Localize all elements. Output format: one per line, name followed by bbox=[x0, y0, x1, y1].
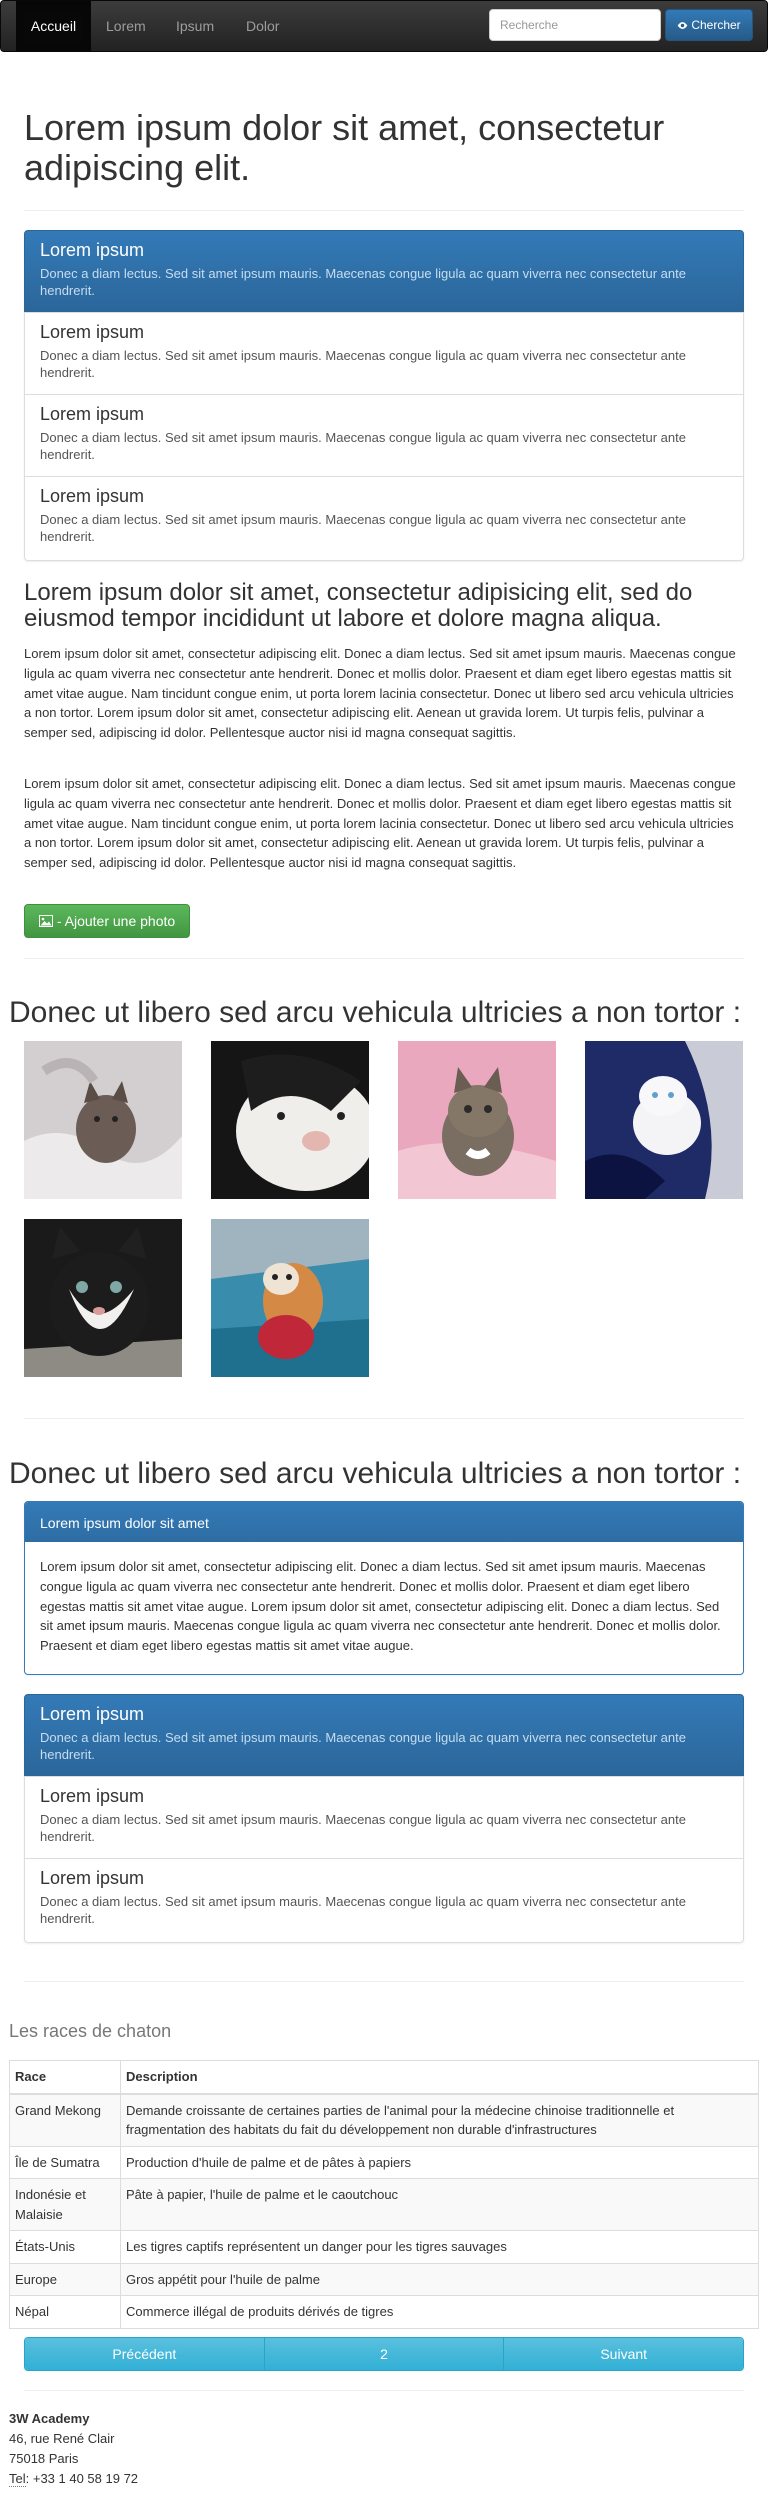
list-item-text: Donec a diam lectus. Sed sit amet ipsum … bbox=[40, 429, 686, 462]
gallery-title: Donec ut libero sed arcu vehicula ultric… bbox=[9, 996, 742, 1029]
table-row: Europe Gros appétit pour l'huile de palm… bbox=[9, 2262, 759, 2296]
list-item-text: Donec a diam lectus. Sed sit amet ipsum … bbox=[40, 511, 686, 544]
table-cell: Production d'huile de palme et de pâtes … bbox=[120, 2145, 759, 2179]
list-item-text: Donec a diam lectus. Sed sit amet ipsum … bbox=[40, 1729, 686, 1762]
kitten-photo-4[interactable] bbox=[585, 1041, 743, 1199]
list-group-2: Lorem ipsum Donec a diam lectus. Sed sit… bbox=[24, 1694, 744, 1943]
table-cell: États-Unis bbox=[9, 2230, 121, 2264]
table-cell: Europe bbox=[9, 2262, 121, 2296]
list-item-text: Donec a diam lectus. Sed sit amet ipsum … bbox=[40, 1893, 686, 1926]
table-cell: Île de Sumatra bbox=[9, 2145, 121, 2179]
list-item[interactable]: Lorem ipsum Donec a diam lectus. Sed sit… bbox=[24, 1776, 744, 1859]
page-number-button[interactable]: 2 bbox=[264, 2338, 505, 2370]
list-item-text: Donec a diam lectus. Sed sit amet ipsum … bbox=[40, 347, 686, 380]
phone-line: Tel: +33 1 40 58 19 72 bbox=[9, 2469, 138, 2489]
races-table: Race Description Grand Mekong Demande cr… bbox=[9, 2060, 759, 2329]
table-cell: Indonésie et Malaisie bbox=[9, 2178, 121, 2231]
company-name: 3W Academy bbox=[9, 2411, 90, 2426]
search-input[interactable] bbox=[489, 9, 661, 41]
list-item-heading: Lorem ipsum bbox=[40, 322, 145, 342]
navbar: Accueil Lorem Ipsum Dolor Chercher bbox=[0, 0, 768, 52]
list-item-heading: Lorem ipsum bbox=[40, 240, 145, 260]
list-item-active[interactable]: Lorem ipsum Donec a diam lectus. Sed sit… bbox=[24, 1694, 744, 1777]
eye-icon bbox=[678, 21, 688, 29]
table-header-cell: Race bbox=[9, 2060, 121, 2095]
list-group-1: Lorem ipsum Donec a diam lectus. Sed sit… bbox=[24, 230, 744, 561]
kitten-photo-5[interactable] bbox=[24, 1219, 182, 1377]
list-item[interactable]: Lorem ipsum Donec a diam lectus. Sed sit… bbox=[24, 1858, 744, 1943]
table-cell: Pâte à papier, l'huile de palme et le ca… bbox=[120, 2178, 759, 2231]
next-button[interactable]: Suivant bbox=[504, 2338, 743, 2370]
divider bbox=[24, 958, 744, 959]
kitten-photo-3[interactable] bbox=[398, 1041, 556, 1199]
divider bbox=[24, 1418, 744, 1419]
phone-label: Tel bbox=[9, 2471, 26, 2488]
table-cell: Les tigres captifs représentent un dange… bbox=[120, 2230, 759, 2264]
table-cell: Grand Mekong bbox=[9, 2093, 121, 2147]
panel-heading: Lorem ipsum dolor sit amet bbox=[25, 1502, 743, 1542]
list-item-heading: Lorem ipsum bbox=[40, 1868, 145, 1888]
list-item-active[interactable]: Lorem ipsum Donec a diam lectus. Sed sit… bbox=[24, 230, 744, 313]
table-cell: Commerce illégal de produits dérivés de … bbox=[120, 2295, 759, 2329]
footer-address: 3W Academy 46, rue René Clair 75018 Pari… bbox=[9, 2409, 138, 2490]
address-street: 46, rue René Clair bbox=[9, 2431, 115, 2447]
list-item-heading: Lorem ipsum bbox=[40, 404, 145, 424]
list-item[interactable]: Lorem ipsum Donec a diam lectus. Sed sit… bbox=[24, 312, 744, 395]
table-cell: Demande croissante de certaines parties … bbox=[120, 2093, 759, 2147]
table-row: Indonésie et Malaisie Pâte à papier, l'h… bbox=[9, 2178, 759, 2231]
kitten-photo-1[interactable] bbox=[24, 1041, 182, 1199]
table-title: Les races de chaton bbox=[9, 2021, 172, 2041]
add-photo-button[interactable]: - Ajouter une photo bbox=[24, 904, 190, 938]
table-row: États-Unis Les tigres captifs représente… bbox=[9, 2230, 759, 2264]
list-item-heading: Lorem ipsum bbox=[40, 486, 145, 506]
table-cell: Gros appétit pour l'huile de palme bbox=[120, 2262, 759, 2296]
divider bbox=[24, 210, 744, 211]
divider bbox=[24, 1981, 744, 1982]
nav-item-lorem[interactable]: Lorem bbox=[106, 1, 146, 51]
pagination: Précédent 2 Suivant bbox=[24, 2337, 744, 2371]
table-header-cell: Description bbox=[120, 2060, 759, 2095]
list-item-heading: Lorem ipsum bbox=[40, 1704, 145, 1724]
nav-item-ipsum[interactable]: Ipsum bbox=[176, 1, 214, 51]
info-panel: Lorem ipsum dolor sit amet Lorem ipsum d… bbox=[24, 1501, 744, 1675]
phone-number: : +33 1 40 58 19 72 bbox=[25, 2471, 139, 2487]
table-header-row: Race Description bbox=[9, 2060, 759, 2095]
paragraph: Lorem ipsum dolor sit amet, consectetur … bbox=[24, 776, 736, 870]
nav-item-accueil[interactable]: Accueil bbox=[16, 1, 91, 51]
table-cell: Népal bbox=[9, 2295, 121, 2329]
section-title: Donec ut libero sed arcu vehicula ultric… bbox=[9, 1457, 742, 1490]
list-item-text: Donec a diam lectus. Sed sit amet ipsum … bbox=[40, 1811, 686, 1844]
search-button[interactable]: Chercher bbox=[665, 9, 753, 41]
table-row: Île de Sumatra Production d'huile de pal… bbox=[9, 2145, 759, 2179]
add-photo-label: - Ajouter une photo bbox=[56, 913, 176, 929]
kitten-photo-2[interactable] bbox=[211, 1041, 369, 1199]
table-row: Népal Commerce illégal de produits dériv… bbox=[9, 2295, 759, 2329]
list-item-text: Donec a diam lectus. Sed sit amet ipsum … bbox=[40, 265, 686, 298]
address-city: 75018 Paris bbox=[9, 2451, 79, 2467]
list-item-heading: Lorem ipsum bbox=[40, 1786, 145, 1806]
divider bbox=[24, 2390, 744, 2391]
paragraph: Lorem ipsum dolor sit amet, consectetur … bbox=[24, 646, 736, 740]
kitten-photo-6[interactable] bbox=[211, 1219, 369, 1377]
section-subtitle: Lorem ipsum dolor sit amet, consectetur … bbox=[24, 579, 693, 633]
list-item[interactable]: Lorem ipsum Donec a diam lectus. Sed sit… bbox=[24, 394, 744, 477]
page-title: Lorem ipsum dolor sit amet, consectetur … bbox=[24, 107, 665, 188]
search-button-label: Chercher bbox=[691, 18, 741, 32]
nav-item-dolor[interactable]: Dolor bbox=[246, 1, 279, 51]
list-item[interactable]: Lorem ipsum Donec a diam lectus. Sed sit… bbox=[24, 476, 744, 561]
table-row: Grand Mekong Demande croissante de certa… bbox=[9, 2093, 759, 2147]
picture-icon bbox=[38, 915, 53, 927]
panel-body: Lorem ipsum dolor sit amet, consectetur … bbox=[40, 1559, 721, 1653]
previous-button[interactable]: Précédent bbox=[25, 2338, 265, 2370]
